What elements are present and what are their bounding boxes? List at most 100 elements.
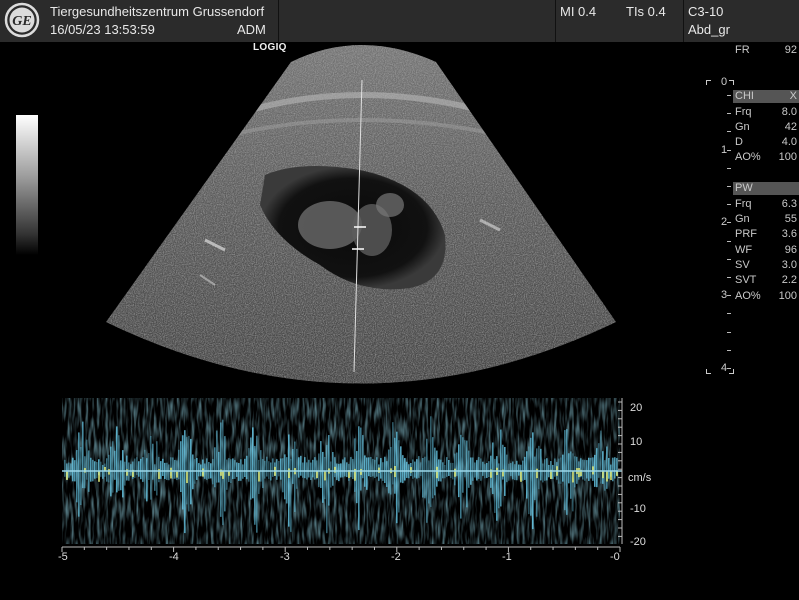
doppler-trace [536, 448, 538, 517]
doppler-trace [596, 448, 598, 488]
doppler-trace [500, 429, 502, 507]
doppler-trace [586, 460, 588, 479]
doppler-trace [338, 463, 340, 482]
doppler-trace [368, 457, 370, 477]
doppler-trace [254, 445, 256, 525]
doppler-trace [188, 435, 190, 512]
doppler-trace [126, 455, 128, 481]
doppler-trace [432, 437, 434, 499]
doppler-trace [430, 416, 432, 507]
doppler-trace [482, 461, 484, 476]
doppler-trace [528, 446, 530, 515]
doppler-trace [156, 441, 158, 496]
doppler-trace [116, 426, 118, 493]
doppler-trace [342, 459, 344, 478]
doppler-trace [352, 459, 354, 480]
doppler-trace [214, 447, 216, 488]
doppler-trace [262, 459, 264, 489]
doppler-trace [82, 421, 84, 489]
doppler-trace [414, 461, 416, 478]
doppler-trace [526, 451, 528, 499]
doppler-trace [144, 449, 146, 499]
doppler-trace [572, 470, 574, 483]
doppler-trace [562, 454, 564, 482]
velocity-label: -10 [630, 503, 646, 515]
doppler-trace [466, 440, 468, 508]
doppler-trace [554, 458, 556, 477]
doppler-trace [202, 468, 204, 477]
doppler-trace [322, 451, 324, 503]
doppler-trace [346, 462, 348, 478]
doppler-trace [616, 471, 618, 477]
doppler-trace [566, 429, 568, 515]
doppler-trace [376, 457, 378, 477]
doppler-trace [148, 453, 150, 481]
doppler-trace [192, 454, 194, 490]
doppler-trace [150, 435, 152, 500]
doppler-trace [296, 448, 298, 489]
doppler-trace [480, 458, 482, 481]
doppler-trace [284, 454, 286, 500]
doppler-trace [424, 456, 426, 499]
doppler-trace [436, 466, 438, 479]
doppler-trace [216, 430, 218, 483]
doppler-trace [462, 437, 464, 493]
doppler-trace [498, 463, 500, 509]
doppler-trace [314, 457, 316, 480]
doppler-trace [140, 458, 142, 480]
doppler-trace [456, 452, 458, 477]
time-label: -0 [610, 551, 620, 563]
doppler-trace [524, 456, 526, 480]
doppler-trace [106, 458, 108, 482]
doppler-trace [246, 455, 248, 480]
doppler-trace [412, 459, 414, 479]
doppler-spectrum [61, 398, 623, 552]
doppler-trace [304, 457, 306, 479]
doppler-trace [496, 456, 498, 521]
doppler-trace [428, 460, 430, 504]
doppler-trace [94, 461, 96, 479]
doppler-trace [402, 455, 404, 484]
doppler-trace [294, 441, 296, 512]
doppler-trace [356, 451, 358, 504]
doppler-trace [508, 463, 510, 481]
doppler-trace [478, 457, 480, 479]
doppler-trace [222, 470, 224, 479]
doppler-trace [474, 462, 476, 478]
doppler-trace [608, 457, 610, 479]
doppler-trace [228, 458, 230, 482]
doppler-trace [312, 459, 314, 478]
doppler-trace [234, 460, 236, 479]
doppler-trace [168, 464, 170, 481]
doppler-trace [182, 435, 184, 510]
doppler-trace [344, 457, 346, 477]
doppler-trace [492, 442, 494, 495]
doppler-trace [602, 471, 604, 479]
doppler-trace [374, 459, 376, 478]
doppler-trace [142, 457, 144, 482]
doppler-trace [448, 459, 450, 476]
doppler-trace [518, 464, 520, 476]
doppler-trace [606, 446, 608, 489]
doppler-trace [206, 458, 208, 480]
doppler-trace [392, 422, 394, 485]
doppler-trace [540, 448, 542, 481]
doppler-trace [292, 449, 294, 484]
doppler-trace [380, 458, 382, 479]
doppler-trace [286, 457, 288, 504]
doppler-trace [196, 457, 198, 480]
time-label: -2 [391, 551, 401, 563]
doppler-trace [258, 470, 260, 482]
doppler-trace [530, 437, 532, 516]
doppler-trace [288, 468, 290, 479]
doppler-trace [394, 437, 396, 494]
doppler-trace [108, 454, 110, 483]
time-label: -5 [58, 551, 68, 563]
doppler-trace [426, 438, 428, 523]
doppler-trace [180, 441, 182, 492]
doppler-trace [416, 459, 418, 479]
doppler-trace [248, 448, 250, 482]
doppler-trace [152, 443, 154, 480]
doppler-trace [86, 439, 88, 480]
doppler-trace [370, 456, 372, 477]
